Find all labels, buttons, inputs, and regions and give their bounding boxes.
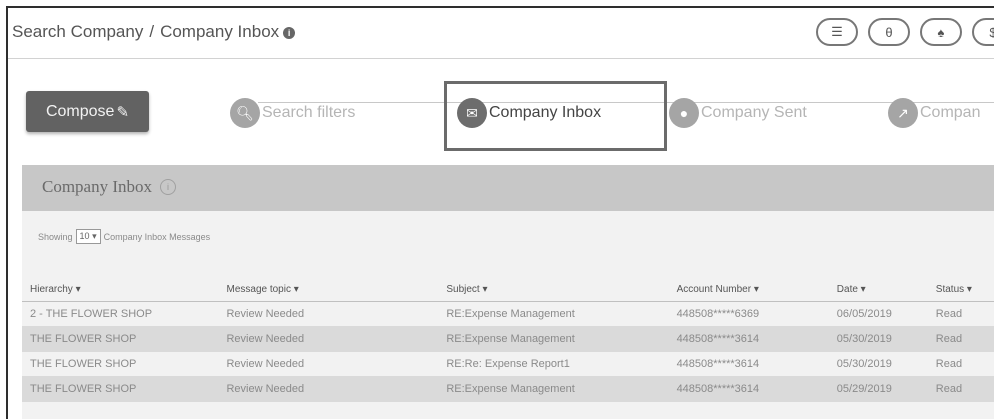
cell-message-topic: Review Needed [218,301,439,327]
showing-prefix: Showing [38,231,73,242]
dollar-icon[interactable]: $ [972,18,994,46]
top-bar: Search Company / Company Inboxi ☰ θ ♠ $ [8,8,994,59]
panel-header: Company Inbox i [22,165,994,211]
cell-status: Read [927,301,994,327]
table-row[interactable]: 2 - THE FLOWER SHOP Review Needed RE:Exp… [22,301,994,327]
page-size-select[interactable]: 10 ▾ [75,229,101,244]
table-header-row: Hierarchy ▾ Message topic ▾ Subject ▾ Ac… [22,277,994,302]
cell-account-number: 448508*****3614 [668,326,829,352]
cell-account-number: 448508*****3614 [668,376,829,402]
table-row[interactable]: THE FLOWER SHOP Review Needed RE:Expense… [22,376,994,402]
cell-date: 05/30/2019 [828,351,928,377]
cell-hierarchy: THE FLOWER SHOP [22,351,219,377]
tab-company-other[interactable]: ↗ Compan [888,96,980,130]
breadcrumb-root[interactable]: Search Company [12,22,143,41]
column-header-account-number[interactable]: Account Number ▾ [668,277,829,302]
cell-subject[interactable]: RE:Expense Management [438,301,669,327]
messages-table-wrap: Hierarchy ▾ Message topic ▾ Subject ▾ Ac… [22,277,994,402]
cell-status: Read [927,351,994,377]
panel-title: Company Inbox i [42,177,177,197]
column-header-message-topic[interactable]: Message topic ▾ [218,277,439,302]
showing-suffix: Company Inbox Messages [103,231,211,242]
breadcrumb-separator: / [149,22,155,41]
cell-hierarchy: THE FLOWER SHOP [22,326,219,352]
list-icon[interactable]: ☰ [816,18,858,46]
page-size-control: Showing 10 ▾ Company Inbox Messages [38,229,210,244]
tab-label: Company Sent [701,104,807,121]
cell-message-topic: Review Needed [218,326,439,352]
cell-hierarchy: THE FLOWER SHOP [22,376,219,402]
bell-icon[interactable]: ♠ [920,18,962,46]
cell-hierarchy: 2 - THE FLOWER SHOP [22,301,219,327]
edit-icon: ✎ [116,103,130,121]
cell-subject[interactable]: RE:Re: Expense Report1 [438,351,669,377]
info-icon[interactable]: i [160,179,177,195]
cell-account-number: 448508*****3614 [668,351,829,377]
person-icon: ● [669,98,699,128]
share-icon: ↗ [888,98,918,128]
cell-subject[interactable]: RE:Expense Management [438,376,669,402]
app-window: Search Company/Company Inboxi ☰ θ ♠ $ Co… [6,6,994,419]
active-tab-highlight [444,81,667,151]
table-row[interactable]: THE FLOWER SHOP Review Needed RE:Expense… [22,326,994,352]
info-icon[interactable]: i [283,27,296,39]
messages-table: Hierarchy ▾ Message topic ▾ Subject ▾ Ac… [22,277,994,402]
column-header-status[interactable]: Status ▾ [927,277,994,302]
tab-company-sent[interactable]: ● Company Sent [669,96,807,130]
cell-date: 05/29/2019 [828,376,928,402]
user-icon[interactable]: θ [868,18,910,46]
cell-status: Read [927,326,994,352]
cell-account-number: 448508*****6369 [668,301,829,327]
panel-title-text: Company Inbox [42,177,153,196]
tab-label: Search filters [262,104,356,121]
compose-button[interactable]: Compose ✎ [26,91,149,132]
tab-label: Compan [920,104,981,121]
compose-label: Compose [45,102,115,120]
column-header-hierarchy[interactable]: Hierarchy ▾ [22,277,219,302]
chevron-down-icon: ▾ [92,231,97,241]
cell-status: Read [927,376,994,402]
column-header-subject[interactable]: Subject ▾ [438,277,669,302]
breadcrumb-current: Company Inbox [160,22,280,41]
search-icon: 🔍︎ [230,98,260,128]
page-size-value: 10 [79,231,90,241]
cell-message-topic: Review Needed [218,351,439,377]
cell-date: 06/05/2019 [828,301,928,327]
cell-message-topic: Review Needed [218,376,439,402]
cell-subject[interactable]: RE:Expense Management [438,326,669,352]
column-header-date[interactable]: Date ▾ [828,277,928,302]
tab-search-filters[interactable]: 🔍︎ Search filters [230,96,355,130]
top-icon-group: ☰ θ ♠ $ [816,18,994,46]
breadcrumb: Search Company / Company Inbox i [12,22,296,42]
table-row[interactable]: THE FLOWER SHOP Review Needed RE:Re: Exp… [22,351,994,377]
cell-date: 05/30/2019 [828,326,928,352]
